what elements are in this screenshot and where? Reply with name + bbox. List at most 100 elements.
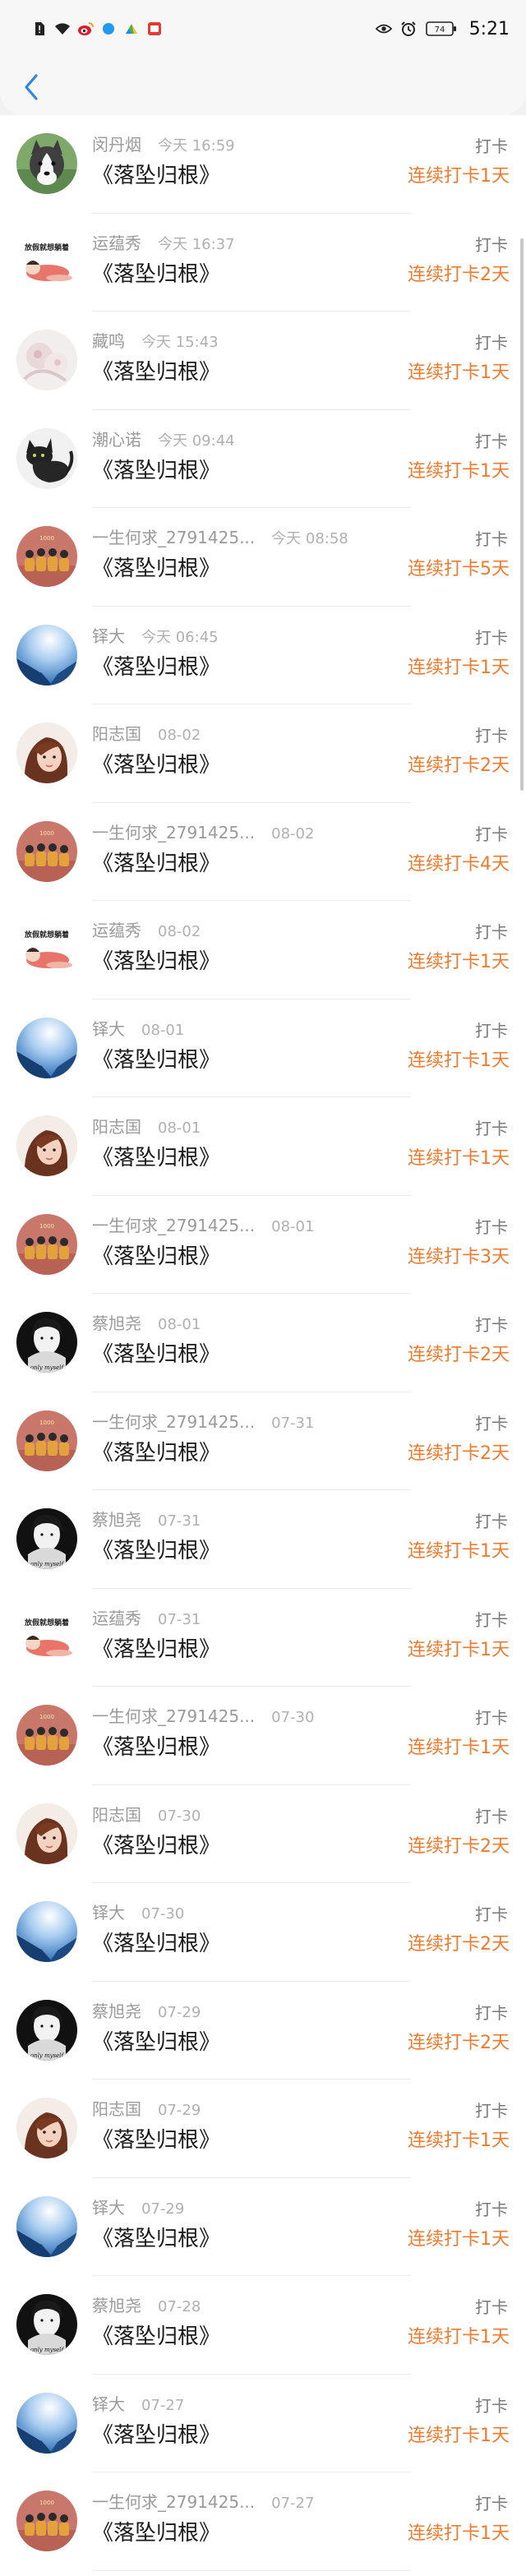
checkin-row[interactable]: 闵丹烟 今天 16:59 《落坠归根》 打卡 连续打卡1天: [0, 115, 526, 214]
checkin-row[interactable]: 铎大 今天 06:45 《落坠归根》 打卡 连续打卡1天: [0, 607, 526, 704]
user-name[interactable]: 铎大: [92, 1900, 125, 1923]
user-name[interactable]: 蔡旭尧: [92, 1998, 141, 2022]
book-title[interactable]: 《落坠归根》: [92, 1337, 220, 1368]
user-name[interactable]: 一生何求_2791425...: [92, 1703, 255, 1727]
checkin-row[interactable]: 铎大 07-27 《落坠归根》 打卡 连续打卡1天: [0, 2375, 526, 2472]
book-title[interactable]: 《落坠归根》: [92, 552, 220, 582]
group-photo-avatar[interactable]: 1000: [16, 2491, 77, 2551]
user-name[interactable]: 一生何求_2791425...: [92, 2489, 255, 2513]
bw-portrait-avatar[interactable]: only myself: [16, 1312, 77, 1373]
user-name[interactable]: 铎大: [92, 1016, 125, 1040]
book-title[interactable]: 《落坠归根》: [92, 2516, 220, 2546]
book-title[interactable]: 《落坠归根》: [92, 2418, 220, 2449]
checkin-row[interactable]: only myself 蔡旭尧 07-29 《落坠归根》 打卡 连续打卡2天: [0, 1982, 526, 2080]
user-name[interactable]: 铎大: [92, 2195, 125, 2218]
checkin-row[interactable]: 1000 一生何求_2791425... 07-31 《落坠归根》 打卡 连续打…: [0, 1392, 526, 1490]
book-title[interactable]: 《落坠归根》: [92, 1240, 220, 1270]
sky-building-avatar[interactable]: [16, 2392, 77, 2454]
book-title[interactable]: 《落坠归根》: [92, 847, 220, 877]
checkin-row[interactable]: 1000 一生何求_2791425... 08-01 《落坠归根》 打卡 连续打…: [0, 1196, 526, 1294]
girl-portrait-avatar[interactable]: [16, 2098, 77, 2158]
book-title[interactable]: 《落坠归根》: [92, 944, 220, 975]
user-name[interactable]: 一生何求_2791425...: [92, 1409, 255, 1433]
cartoon-sleep-avatar[interactable]: 放假就想躺着: [16, 231, 77, 293]
checkin-row[interactable]: 1000 一生何求_2791425... 07-30 《落坠归根》 打卡 连续打…: [0, 1687, 526, 1785]
girl-portrait-avatar[interactable]: [16, 722, 77, 783]
user-name[interactable]: 运蕴秀: [92, 917, 141, 941]
user-name[interactable]: 阳志国: [92, 2096, 141, 2120]
user-name[interactable]: 阳志国: [92, 1114, 141, 1138]
checkin-row[interactable]: only myself 蔡旭尧 07-28 《落坠归根》 打卡 连续打卡1天: [0, 2276, 526, 2375]
checkin-row[interactable]: 1000 一生何求_2791425... 今天 08:58 《落坠归根》 打卡 …: [0, 508, 526, 607]
bw-portrait-avatar[interactable]: only myself: [16, 1508, 77, 1569]
checkin-row[interactable]: 放假就想躺着 运蕴秀 今天 16:37 《落坠归根》 打卡 连续打卡2天: [0, 214, 526, 312]
user-name[interactable]: 铎大: [92, 2391, 125, 2415]
sky-building-avatar[interactable]: [16, 1017, 77, 1078]
scrollbar[interactable]: [520, 238, 524, 791]
book-title[interactable]: 《落坠归根》: [92, 1436, 220, 1466]
book-title[interactable]: 《落坠归根》: [92, 355, 220, 385]
checkin-row[interactable]: 阳志国 08-01 《落坠归根》 打卡 连续打卡1天: [0, 1097, 526, 1196]
user-name[interactable]: 阳志国: [92, 721, 141, 745]
checkin-row[interactable]: 铎大 08-01 《落坠归根》 打卡 连续打卡1天: [0, 999, 526, 1097]
checkin-row[interactable]: 藏鸣 今天 15:43 《落坠归根》 打卡 连续打卡1天: [0, 312, 526, 410]
black-cat-avatar[interactable]: [16, 427, 77, 489]
book-title[interactable]: 《落坠归根》: [92, 748, 220, 778]
user-name[interactable]: 阳志国: [92, 1802, 141, 1826]
group-photo-avatar[interactable]: 1000: [16, 1410, 77, 1471]
book-title[interactable]: 《落坠归根》: [92, 1632, 220, 1663]
group-photo-avatar[interactable]: 1000: [16, 1705, 77, 1766]
group-photo-avatar[interactable]: 1000: [16, 820, 77, 882]
book-title[interactable]: 《落坠归根》: [92, 454, 220, 484]
user-name[interactable]: 藏鸣: [92, 328, 125, 352]
book-title[interactable]: 《落坠归根》: [92, 1730, 220, 1761]
book-title[interactable]: 《落坠归根》: [92, 650, 220, 681]
user-name[interactable]: 运蕴秀: [92, 230, 141, 254]
user-name[interactable]: 运蕴秀: [92, 1605, 141, 1629]
checkin-row[interactable]: 铎大 07-30 《落坠归根》 打卡 连续打卡2天: [0, 1883, 526, 1982]
user-name[interactable]: 蔡旭尧: [92, 2292, 141, 2316]
user-name[interactable]: 铎大: [92, 623, 125, 647]
back-button[interactable]: [15, 71, 48, 104]
book-title[interactable]: 《落坠归根》: [92, 1141, 220, 1171]
book-title[interactable]: 《落坠归根》: [92, 2025, 220, 2056]
user-name[interactable]: 一生何求_2791425...: [92, 819, 255, 843]
book-title[interactable]: 《落坠归根》: [92, 1927, 220, 1957]
checkin-row[interactable]: 阳志国 07-30 《落坠归根》 打卡 连续打卡2天: [0, 1785, 526, 1883]
group-photo-avatar[interactable]: 1000: [16, 526, 77, 587]
user-name[interactable]: 一生何求_2791425...: [92, 1212, 255, 1236]
book-title[interactable]: 《落坠归根》: [92, 257, 220, 288]
girl-portrait-avatar[interactable]: [16, 1115, 77, 1176]
book-title[interactable]: 《落坠归根》: [92, 159, 220, 189]
checkin-row[interactable]: 放假就想躺着 运蕴秀 07-31 《落坠归根》 打卡 连续打卡1天: [0, 1589, 526, 1687]
user-name[interactable]: 闵丹烟: [92, 132, 141, 155]
cartoon-sleep-avatar[interactable]: 放假就想躺着: [16, 1606, 77, 1668]
bw-portrait-avatar[interactable]: only myself: [16, 2294, 77, 2355]
cartoon-sleep-avatar[interactable]: 放假就想躺着: [16, 919, 77, 980]
checkin-row[interactable]: 阳志国 08-02 《落坠归根》 打卡 连续打卡2天: [0, 704, 526, 803]
user-name[interactable]: 蔡旭尧: [92, 1507, 141, 1530]
floral-avatar[interactable]: [16, 330, 77, 390]
sky-building-avatar[interactable]: [16, 1901, 77, 1962]
sky-building-avatar[interactable]: [16, 2195, 77, 2257]
book-title[interactable]: 《落坠归根》: [92, 1043, 220, 1073]
book-title[interactable]: 《落坠归根》: [92, 2320, 220, 2350]
husky-avatar[interactable]: [16, 133, 77, 194]
checkin-row[interactable]: only myself 蔡旭尧 08-01 《落坠归根》 打卡 连续打卡2天: [0, 1294, 526, 1392]
user-name[interactable]: 一生何求_2791425...: [92, 524, 255, 548]
checkin-row[interactable]: 阳志国 07-29 《落坠归根》 打卡 连续打卡1天: [0, 2080, 526, 2178]
bw-portrait-avatar[interactable]: only myself: [16, 1999, 77, 2061]
sky-building-avatar[interactable]: [16, 624, 77, 686]
checkin-row[interactable]: 1000 一生何求_2791425... 07-27 《落坠归根》 打卡 连续打…: [0, 2472, 526, 2571]
checkin-list-panel[interactable]: 闵丹烟 今天 16:59 《落坠归根》 打卡 连续打卡1天 放假就想躺着 运蕴秀…: [0, 115, 526, 2576]
checkin-row[interactable]: 1000 一生何求_2791425... 08-02 《落坠归根》 打卡 连续打…: [0, 803, 526, 901]
checkin-row[interactable]: only myself 蔡旭尧 07-31 《落坠归根》 打卡 连续打卡1天: [0, 1490, 526, 1589]
book-title[interactable]: 《落坠归根》: [92, 1534, 220, 1564]
user-name[interactable]: 潮心诺: [92, 427, 141, 450]
girl-portrait-avatar[interactable]: [16, 1803, 77, 1864]
checkin-row[interactable]: 铎大 07-29 《落坠归根》 打卡 连续打卡1天: [0, 2178, 526, 2276]
user-name[interactable]: 蔡旭尧: [92, 1310, 141, 1334]
checkin-row[interactable]: 潮心诺 今天 09:44 《落坠归根》 打卡 连续打卡1天: [0, 410, 526, 508]
book-title[interactable]: 《落坠归根》: [92, 2123, 220, 2154]
book-title[interactable]: 《落坠归根》: [92, 1829, 220, 1859]
